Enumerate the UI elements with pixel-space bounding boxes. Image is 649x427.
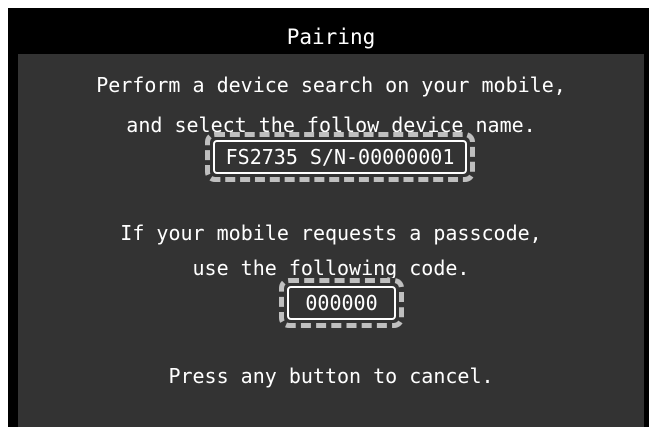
device-name-highlight: FS2735 S/N-00000001	[205, 132, 475, 182]
dialog-title: Pairing	[18, 20, 644, 54]
pairing-dialog: Pairing Perform a device search on your …	[18, 20, 644, 427]
passcode-highlight: 000000	[279, 278, 404, 328]
search-instruction-line-1: Perform a device search on your mobile,	[96, 73, 566, 97]
osd-frame: Pairing Perform a device search on your …	[8, 8, 649, 427]
passcode-instruction-line-1: If your mobile requests a passcode,	[120, 221, 542, 245]
cancel-hint: Press any button to cancel.	[168, 364, 494, 388]
passcode-value: 000000	[305, 291, 378, 315]
device-name-value: FS2735 S/N-00000001	[225, 145, 455, 169]
